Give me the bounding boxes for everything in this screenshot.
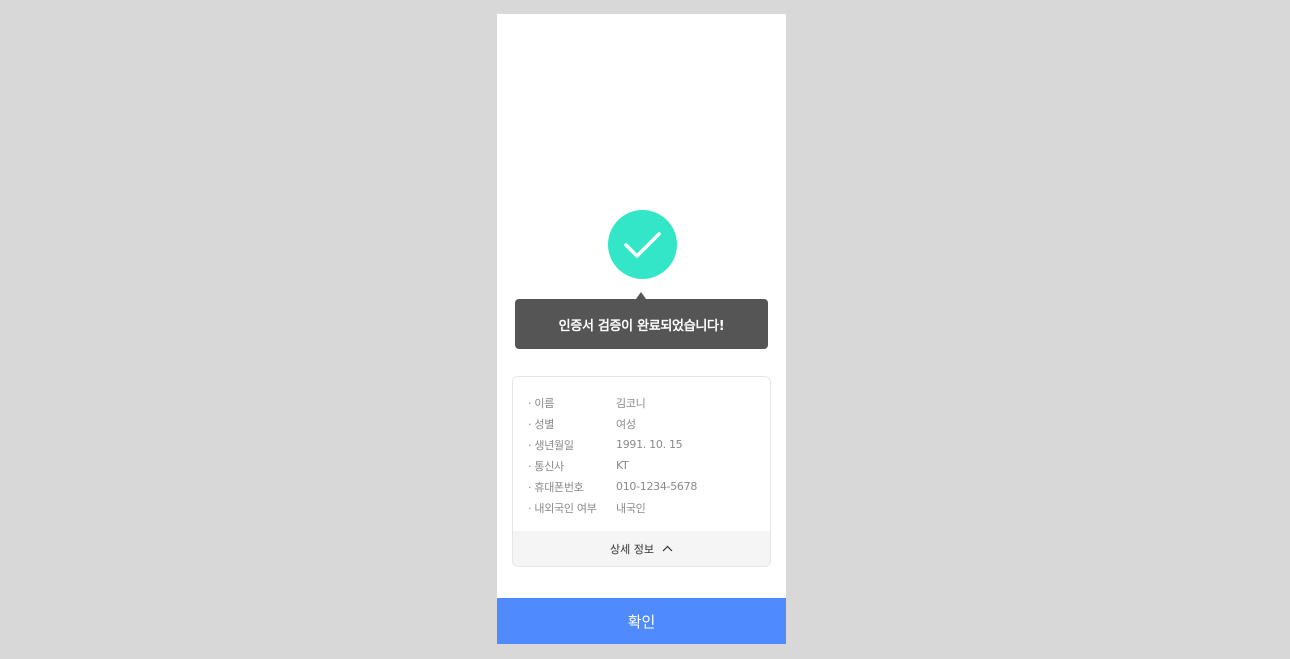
info-row-gender: 성별 여성 xyxy=(528,413,697,434)
info-row-birthdate: 생년월일 1991. 10. 15 xyxy=(528,434,697,455)
info-label: 내외국인 여부 xyxy=(528,500,616,516)
tooltip-arrow xyxy=(636,292,646,299)
info-row-carrier: 통신사 KT xyxy=(528,455,697,476)
info-label: 이름 xyxy=(528,395,616,411)
success-message: 인증서 검증이 완료되었습니다! xyxy=(515,299,768,349)
success-badge xyxy=(608,210,677,279)
info-value: 010-1234-5678 xyxy=(616,480,698,493)
detail-info-label: 상세 정보 xyxy=(610,542,654,556)
detail-info-toggle[interactable]: 상세 정보 xyxy=(513,531,770,566)
info-label: 성별 xyxy=(528,416,616,432)
info-label: 휴대폰번호 xyxy=(528,479,616,495)
check-icon xyxy=(624,232,661,258)
info-row-name: 이름 김코니 xyxy=(528,392,697,413)
info-value: 김코니 xyxy=(616,396,646,410)
info-value: 1991. 10. 15 xyxy=(616,438,683,451)
user-info-list: 이름 김코니 성별 여성 생년월일 1991. 10. 15 통신사 KT 휴대… xyxy=(528,392,697,518)
info-row-nationality: 내외국인 여부 내국인 xyxy=(528,497,697,518)
user-info-card: 이름 김코니 성별 여성 생년월일 1991. 10. 15 통신사 KT 휴대… xyxy=(512,376,771,567)
auth-complete-screen: 인증서 검증이 완료되었습니다! 이름 김코니 성별 여성 생년월일 1991.… xyxy=(497,14,786,644)
info-value: 여성 xyxy=(616,417,636,431)
info-value: KT xyxy=(616,459,629,472)
chevron-up-icon xyxy=(662,545,673,552)
info-label: 생년월일 xyxy=(528,437,616,453)
info-label: 통신사 xyxy=(528,458,616,474)
info-row-phone: 휴대폰번호 010-1234-5678 xyxy=(528,476,697,497)
info-value: 내국인 xyxy=(616,501,646,515)
confirm-button[interactable]: 확인 xyxy=(497,598,786,644)
